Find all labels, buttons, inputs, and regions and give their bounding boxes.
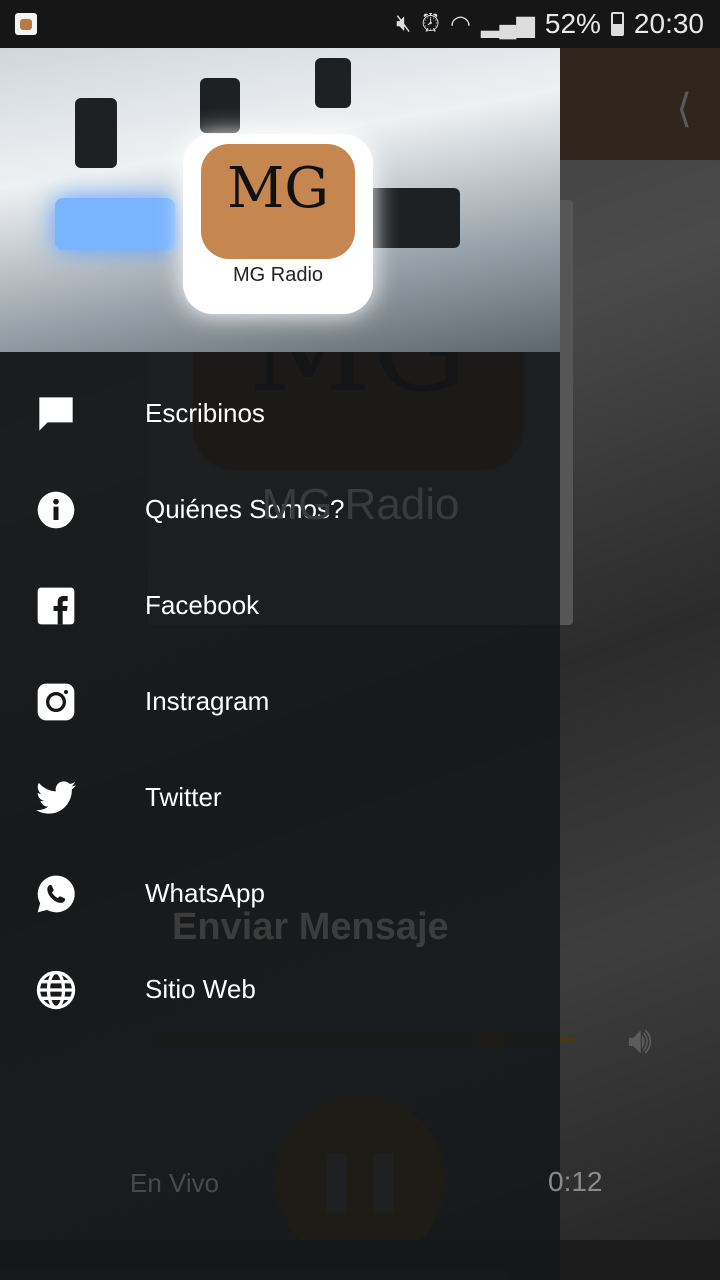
battery-percent: 52% <box>544 8 601 39</box>
logo-caption: MG Radio <box>232 264 324 286</box>
instagram-icon <box>36 682 76 722</box>
globe-icon <box>36 970 76 1010</box>
app-notification-icon <box>15 13 37 35</box>
menu-item-facebook[interactable]: Facebook <box>0 558 560 654</box>
menu-item-instagram[interactable]: Instragram <box>0 654 560 750</box>
whatsapp-icon <box>36 874 76 914</box>
elapsed-time: 0:12 <box>548 1166 603 1197</box>
menu-item-sitio-web[interactable]: Sitio Web <box>0 942 560 1038</box>
clock: 20:30 <box>633 8 704 39</box>
live-label: En Vivo <box>130 1168 220 1198</box>
send-message-button[interactable]: Enviar Mensaje <box>172 906 449 949</box>
message-icon <box>36 394 76 434</box>
facebook-icon <box>36 586 76 626</box>
wifi-icon: ◠ <box>450 10 471 38</box>
app-logo: MG MG Radio <box>183 134 373 314</box>
twitter-icon <box>36 778 76 818</box>
menu-item-escribinos[interactable]: Escribinos <box>0 366 560 462</box>
mute-icon: 🔇︎ <box>396 10 412 37</box>
menu-item-twitter[interactable]: Twitter <box>0 750 560 846</box>
drawer-header: MG MG Radio <box>0 48 560 352</box>
station-title: MG Radio <box>261 480 460 529</box>
info-icon <box>36 490 76 530</box>
alarm-icon: ⏰︎ <box>421 10 440 37</box>
signal-icon: ▂▄▆ <box>480 10 535 38</box>
status-bar: 🔇︎ ⏰︎ ◠ ▂▄▆ 52% 20:30 <box>0 0 720 48</box>
battery-icon <box>610 12 624 36</box>
navigation-drawer: MG MG Radio Escribinos Quiénes Somos? Fa… <box>0 48 560 1280</box>
